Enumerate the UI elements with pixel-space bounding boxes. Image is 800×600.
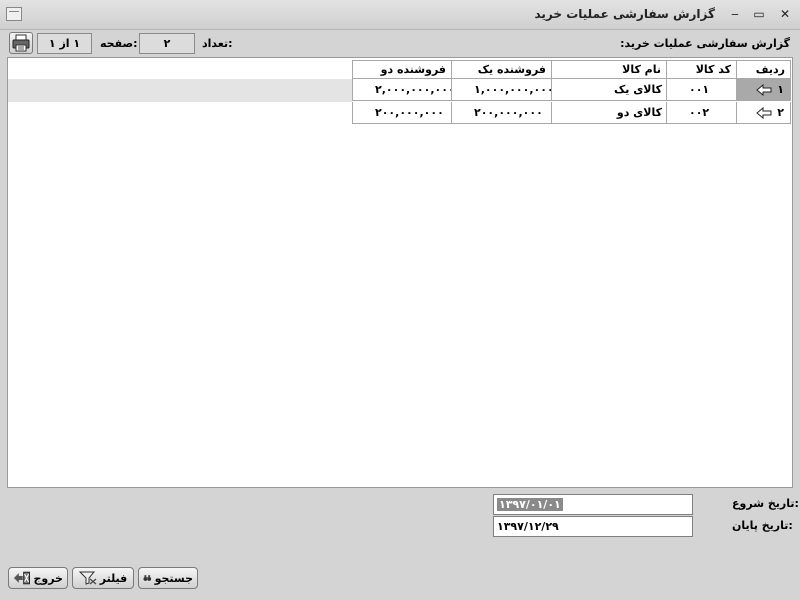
row-pointer-icon bbox=[756, 106, 772, 120]
row-number: ۲ bbox=[777, 106, 784, 119]
table-row[interactable]: ۲ bbox=[737, 102, 791, 124]
title-bar: ✕ ▭ ‒ گزارش سفارشی عملیات خرید bbox=[0, 0, 800, 30]
seller2-price[interactable]: ۲۰۰,۰۰۰,۰۰۰ bbox=[352, 102, 452, 124]
search-button[interactable]: جستجو bbox=[138, 567, 198, 589]
end-date-value: ۱۳۹۷/۱۲/۲۹ bbox=[497, 520, 559, 533]
column-header-name[interactable]: نام کالا bbox=[552, 60, 667, 79]
window-title: گزارش سفارشی عملیات خرید bbox=[534, 7, 715, 21]
print-button[interactable] bbox=[9, 32, 33, 54]
row-number: ۱ bbox=[777, 83, 784, 96]
column-header-code[interactable]: کد کالا bbox=[667, 60, 737, 79]
filter-icon bbox=[78, 571, 97, 585]
column-header-seller2[interactable]: فروشنده دو bbox=[352, 60, 452, 79]
exit-button[interactable]: خروج bbox=[8, 567, 68, 589]
search-label: جستجو bbox=[154, 571, 193, 585]
exit-icon bbox=[13, 571, 30, 585]
page-value: ۱ از ۱ bbox=[37, 33, 92, 54]
page-label: صفحه: bbox=[100, 37, 138, 50]
close-button[interactable]: ✕ bbox=[776, 5, 794, 23]
selected-row-highlight bbox=[8, 79, 352, 102]
seller1-price[interactable]: ۲۰۰,۰۰۰,۰۰۰ bbox=[452, 102, 552, 124]
item-code[interactable]: ۰۰۲ bbox=[667, 102, 737, 124]
exit-label: خروج bbox=[33, 571, 63, 585]
binoculars-icon bbox=[143, 575, 152, 581]
column-header-seller1[interactable]: فروشنده یک bbox=[452, 60, 552, 79]
seller1-price[interactable]: ۱,۰۰۰,۰۰۰,۰۰۰ bbox=[452, 79, 552, 101]
item-name[interactable]: کالای دو bbox=[552, 102, 667, 124]
item-code[interactable]: ۰۰۱ bbox=[667, 79, 737, 101]
count-value: ۲ bbox=[139, 33, 195, 54]
maximize-button[interactable]: ▭ bbox=[750, 5, 768, 23]
minimize-button[interactable]: ‒ bbox=[726, 5, 744, 23]
column-header-radif[interactable]: ردیف bbox=[737, 60, 791, 79]
item-name[interactable]: کالای یک bbox=[552, 79, 667, 101]
count-label: تعداد: bbox=[202, 37, 233, 50]
row-pointer-icon bbox=[756, 83, 772, 97]
filter-label: فیلتر bbox=[99, 571, 128, 585]
report-title: گزارش سفارشی عملیات خرید: bbox=[620, 37, 790, 50]
report-grid[interactable]: ردیف کد کالا نام کالا فروشنده یک فروشنده… bbox=[7, 57, 793, 488]
window-app-icon bbox=[6, 7, 22, 21]
start-date-value: ۱۳۹۷/۰۱/۰۱ bbox=[497, 498, 563, 511]
filter-button[interactable]: فیلتر bbox=[72, 567, 134, 589]
start-date-field[interactable]: ۱۳۹۷/۰۱/۰۱ bbox=[493, 494, 693, 515]
printer-icon bbox=[12, 34, 30, 52]
start-date-label: تاریخ شروع: bbox=[732, 497, 799, 510]
table-row[interactable]: ۱ bbox=[737, 79, 791, 101]
end-date-label: تاریخ پایان: bbox=[732, 519, 793, 532]
seller2-price[interactable]: ۲,۰۰۰,۰۰۰,۰۰۰ bbox=[352, 79, 452, 101]
end-date-field[interactable]: ۱۳۹۷/۱۲/۲۹ bbox=[493, 516, 693, 537]
